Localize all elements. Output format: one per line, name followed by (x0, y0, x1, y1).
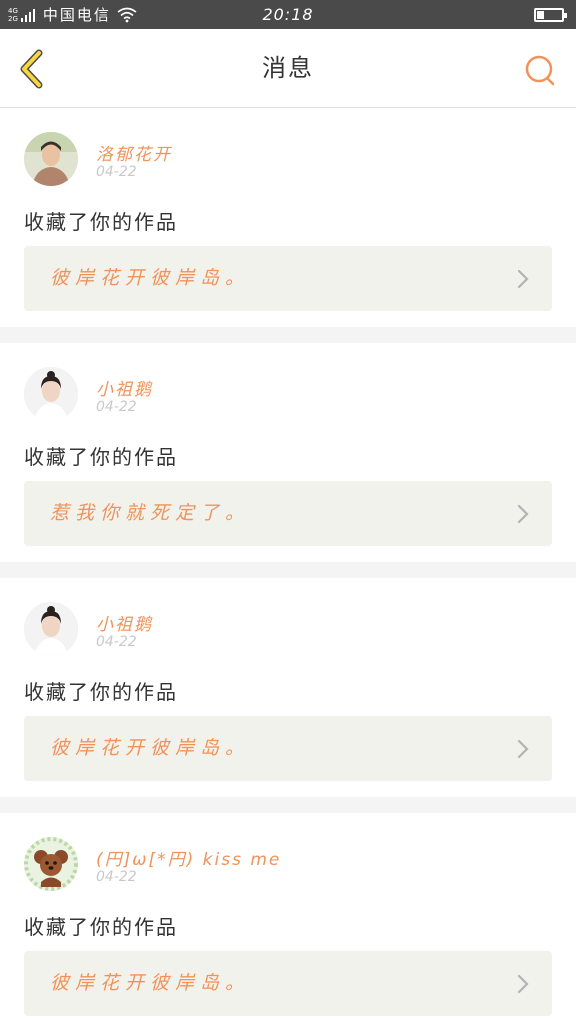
search-icon (525, 55, 555, 86)
avatar[interactable] (24, 602, 78, 656)
message-item: (円]ω[*円) kiss me 04-22 收藏了你的作品 彼岸花开彼岸岛。 (0, 813, 576, 1024)
work-link[interactable]: 彼岸花开彼岸岛。 (24, 716, 552, 781)
work-link[interactable]: 彼岸花开彼岸岛。 (24, 951, 552, 1016)
status-time: 20:18 (262, 5, 314, 24)
work-title: 彼岸花开彼岸岛。 (50, 737, 251, 759)
action-text: 收藏了你的作品 (24, 915, 178, 939)
avatar[interactable] (24, 132, 78, 186)
chevron-right-icon (517, 739, 529, 759)
username[interactable]: 小祖鹅 (96, 375, 153, 400)
action-text: 收藏了你的作品 (24, 680, 178, 704)
message-item: 小祖鹅 04-22 收藏了你的作品 彼岸花开彼岸岛。 (0, 578, 576, 797)
status-bar: 4G 2G 中国电信 20:18 (0, 0, 576, 29)
user-avatar-image (24, 367, 78, 421)
work-link[interactable]: 惹我你就死定了。 (24, 481, 552, 546)
work-title: 惹我你就死定了。 (50, 502, 251, 524)
divider (0, 327, 576, 343)
message-date: 04-22 (96, 869, 137, 885)
page-title: 消息 (262, 54, 314, 82)
work-title: 彼岸花开彼岸岛。 (50, 972, 251, 994)
avatar[interactable] (24, 837, 78, 891)
action-text: 收藏了你的作品 (24, 210, 178, 234)
user-avatar-image (24, 132, 78, 186)
message-date: 04-22 (96, 634, 137, 650)
avatar[interactable] (24, 367, 78, 421)
action-text: 收藏了你的作品 (24, 445, 178, 469)
user-avatar-image (24, 837, 78, 891)
username[interactable]: (円]ω[*円) kiss me (96, 845, 281, 870)
chevron-right-icon (517, 269, 529, 289)
work-title: 彼岸花开彼岸岛。 (50, 267, 251, 289)
user-avatar-image (24, 602, 78, 656)
username[interactable]: 洛郁花开 (96, 140, 172, 165)
battery-level (537, 11, 544, 19)
message-list: 洛郁花开 04-22 收藏了你的作品 彼岸花开彼岸岛。 小祖鹅 04-22 收藏… (0, 108, 576, 1024)
message-date: 04-22 (96, 399, 137, 415)
message-item: 洛郁花开 04-22 收藏了你的作品 彼岸花开彼岸岛。 (0, 108, 576, 327)
message-item: 小祖鹅 04-22 收藏了你的作品 惹我你就死定了。 (0, 343, 576, 562)
username[interactable]: 小祖鹅 (96, 610, 153, 635)
chevron-right-icon (517, 974, 529, 994)
message-date: 04-22 (96, 164, 137, 180)
search-button[interactable] (522, 53, 558, 89)
divider (0, 562, 576, 578)
work-link[interactable]: 彼岸花开彼岸岛。 (24, 246, 552, 311)
app-header: 消息 (0, 29, 576, 108)
divider (0, 797, 576, 813)
battery-icon (534, 8, 567, 22)
chevron-right-icon (517, 504, 529, 524)
